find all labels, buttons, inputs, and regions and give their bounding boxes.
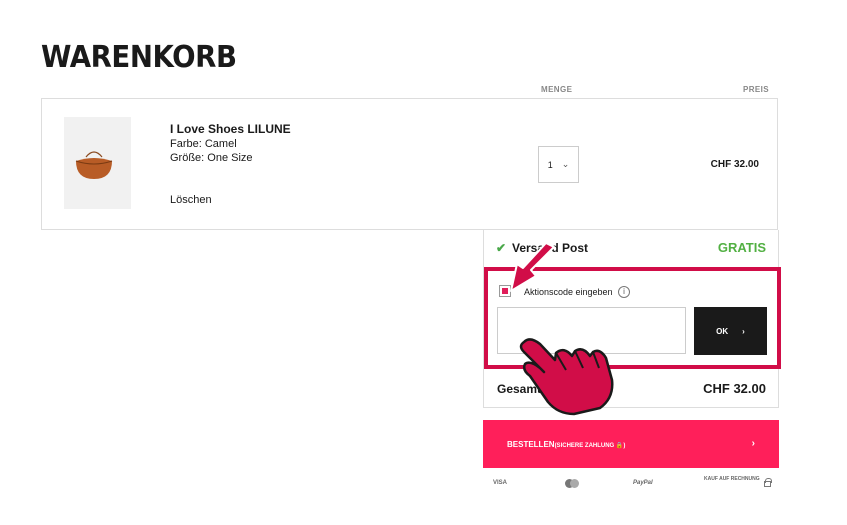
- product-color: Farbe: Camel: [170, 138, 237, 150]
- order-button[interactable]: BESTELLEN(SICHERE ZAHLUNG 🔒) ›: [483, 420, 779, 468]
- line-price: CHF 32.00: [710, 159, 759, 170]
- chevron-right-icon: ›: [751, 438, 755, 449]
- mastercard-logo: [565, 479, 579, 488]
- total-value: CHF 32.00: [703, 381, 766, 396]
- bag-icon: [75, 151, 113, 179]
- column-header-price: PREIS: [743, 85, 770, 94]
- visa-logo: VISA: [493, 480, 508, 486]
- shipping-value: GRATIS: [717, 240, 766, 255]
- lock-icon: [764, 478, 772, 487]
- quantity-select[interactable]: 1 ⌄: [538, 146, 579, 183]
- shipping-label: Versand Post: [512, 241, 589, 255]
- product-size: Größe: One Size: [170, 152, 253, 164]
- column-header-quantity: MENGE: [541, 85, 573, 94]
- paypal-logo: PayPal: [633, 480, 653, 486]
- order-sub-label: (SICHERE ZAHLUNG 🔒): [554, 443, 626, 449]
- page-title: WARENKORB: [41, 40, 237, 75]
- invoice-logo: KAUF AUF RECHNUNG: [704, 476, 760, 482]
- annotation-highlight-box: [484, 267, 781, 369]
- product-name[interactable]: I Love Shoes LILUNE: [170, 122, 291, 136]
- order-label: BESTELLEN(SICHERE ZAHLUNG 🔒): [507, 440, 626, 449]
- chevron-down-icon: ⌄: [561, 159, 570, 169]
- quantity-value: 1: [547, 159, 553, 170]
- cart-item-row: I Love Shoes LILUNE Farbe: Camel Größe: …: [41, 98, 778, 230]
- remove-link[interactable]: Löschen: [170, 194, 212, 206]
- check-icon: ✔: [496, 241, 507, 255]
- total-label: Gesamt: [497, 382, 542, 396]
- product-image[interactable]: [64, 117, 131, 209]
